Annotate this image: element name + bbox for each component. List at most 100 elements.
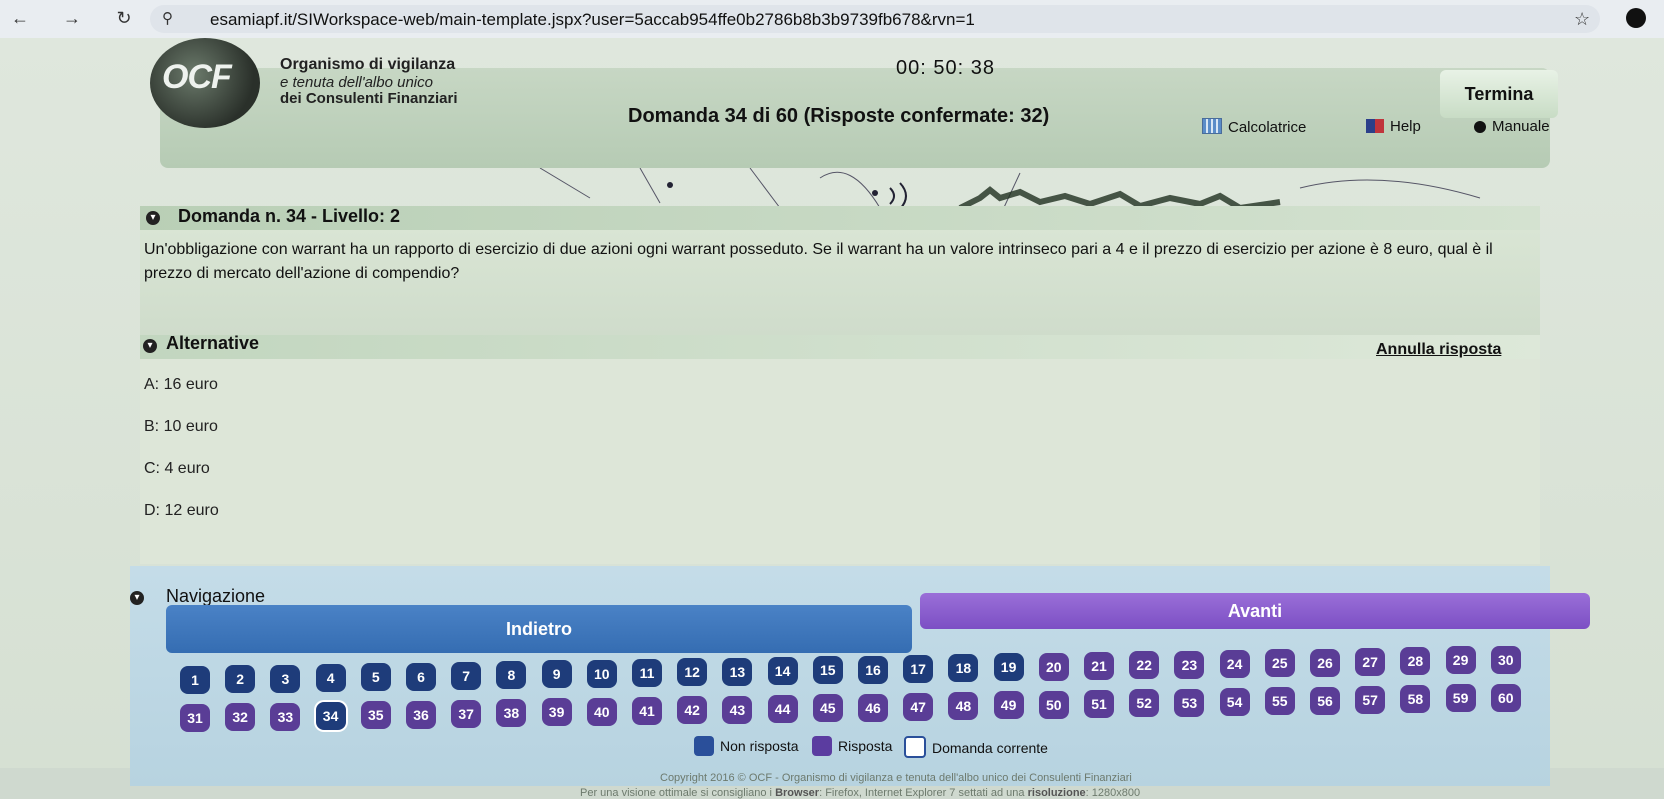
note-prefix: Per una visione ottimale si consigliano … — [580, 787, 772, 799]
legend-label: Domanda corrente — [932, 740, 1048, 756]
alternative-key: C: — [144, 460, 160, 477]
question-nav-button[interactable]: 5 — [360, 663, 391, 692]
collapse-icon[interactable]: ▾ — [146, 211, 160, 225]
bookmark-star-icon[interactable]: ☆ — [1574, 9, 1590, 30]
url-text[interactable]: esamiapf.it/SIWorkspace-web/main-templat… — [210, 10, 975, 30]
question-nav-button[interactable]: 57 — [1355, 685, 1386, 714]
resolution-note: Per una visione ottimale si consigliano … — [580, 787, 1140, 799]
alternative-key: A: — [144, 376, 160, 393]
question-nav-button[interactable]: 21 — [1084, 652, 1114, 680]
note-res-label: risoluzione — [1027, 787, 1086, 799]
annulla-risposta-link[interactable]: Annulla risposta — [1376, 341, 1501, 359]
question-nav-button[interactable]: 40 — [586, 697, 617, 726]
collapse-icon[interactable]: ▾ — [143, 339, 157, 353]
question-nav-button[interactable]: 36 — [406, 700, 436, 729]
manual-icon — [1474, 121, 1486, 133]
question-nav-button[interactable]: 2 — [225, 665, 256, 694]
question-nav-button[interactable]: 10 — [586, 659, 617, 688]
profile-avatar[interactable] — [1626, 8, 1646, 28]
org-name-line1: Organismo di vigilanza — [280, 56, 456, 73]
question-nav-button[interactable]: 26 — [1310, 648, 1340, 677]
alternative-c[interactable]: C: 4 euro — [144, 460, 210, 478]
termina-button[interactable]: Termina — [1440, 70, 1558, 118]
question-nav-button[interactable]: 34 — [315, 701, 346, 730]
question-nav-button[interactable]: 43 — [722, 695, 753, 724]
question-nav-button[interactable]: 52 — [1129, 689, 1160, 718]
question-nav-button[interactable]: 60 — [1490, 683, 1521, 712]
question-nav-button[interactable]: 56 — [1310, 686, 1340, 715]
calcolatrice-button[interactable]: Calcolatrice — [1202, 118, 1306, 136]
question-nav-button[interactable]: 35 — [360, 701, 391, 730]
question-nav-button[interactable]: 15 — [812, 656, 843, 685]
question-nav-button[interactable]: 27 — [1355, 647, 1386, 676]
alternative-a[interactable]: A: 16 euro — [144, 376, 218, 394]
question-nav-button[interactable]: 19 — [993, 653, 1024, 682]
question-nav-button[interactable]: 18 — [948, 654, 979, 683]
question-nav-button[interactable]: 9 — [541, 660, 572, 689]
reload-icon[interactable]: ↻ — [112, 6, 136, 30]
question-nav-button[interactable]: 33 — [270, 702, 301, 731]
alternative-key: D: — [144, 502, 160, 519]
alternatives-header-bar — [140, 335, 1540, 359]
question-nav-button[interactable]: 48 — [948, 692, 979, 721]
question-nav-button[interactable]: 45 — [812, 694, 843, 723]
question-nav-button[interactable]: 50 — [1038, 690, 1069, 719]
question-grid: 1 2 3 4 5 6 7 8 9 10 11 12 13 14 15 16 17 18 19 20 21 22 23 24 2… — [180, 638, 1580, 748]
question-nav-button[interactable]: 4 — [315, 663, 346, 692]
alternative-d[interactable]: D: 12 euro — [144, 502, 219, 520]
question-nav-button[interactable]: 49 — [993, 691, 1024, 720]
question-nav-button[interactable]: 54 — [1219, 687, 1250, 716]
help-icon — [1366, 119, 1384, 133]
swatch-risposta — [812, 736, 832, 756]
question-nav-button[interactable]: 25 — [1264, 649, 1295, 678]
question-nav-button[interactable]: 59 — [1445, 684, 1476, 713]
avanti-button[interactable]: Avanti — [920, 593, 1590, 629]
question-nav-button[interactable]: 6 — [406, 662, 436, 691]
question-nav-button[interactable]: 37 — [451, 699, 482, 728]
question-nav-button[interactable]: 44 — [767, 694, 798, 723]
question-nav-button[interactable]: 13 — [722, 657, 753, 686]
question-nav-button[interactable]: 16 — [858, 655, 888, 684]
question-nav-button[interactable]: 41 — [632, 697, 662, 725]
question-nav-button[interactable]: 47 — [903, 692, 934, 721]
alternatives-body — [140, 359, 1540, 564]
question-nav-button[interactable]: 30 — [1490, 645, 1521, 674]
question-nav-button[interactable]: 12 — [677, 658, 708, 687]
question-nav-button[interactable]: 20 — [1038, 652, 1069, 681]
question-nav-button[interactable]: 31 — [180, 704, 210, 732]
alternative-b[interactable]: B: 10 euro — [144, 418, 218, 436]
collapse-icon[interactable]: ▾ — [130, 591, 144, 605]
manuale-button[interactable]: Manuale — [1474, 118, 1550, 135]
question-nav-button[interactable]: 51 — [1084, 690, 1114, 718]
legend-non-risposta: Non risposta — [694, 736, 799, 756]
question-nav-button[interactable]: 55 — [1264, 687, 1295, 716]
question-nav-button[interactable]: 38 — [496, 699, 527, 728]
help-label: Help — [1390, 118, 1421, 135]
question-nav-button[interactable]: 8 — [496, 661, 527, 690]
question-nav-button[interactable]: 46 — [858, 693, 888, 722]
question-nav-button[interactable]: 7 — [451, 661, 482, 690]
legend-corrente: Domanda corrente — [904, 736, 1048, 758]
question-nav-button[interactable]: 14 — [767, 656, 798, 685]
question-nav-button[interactable]: 17 — [903, 654, 934, 683]
swatch-corrente — [904, 736, 926, 758]
copyright: Copyright 2016 © OCF - Organismo di vigi… — [660, 772, 1132, 784]
calcolatrice-label: Calcolatrice — [1228, 119, 1307, 136]
question-nav-button[interactable]: 32 — [225, 703, 256, 732]
help-button[interactable]: Help — [1366, 118, 1421, 135]
question-nav-button[interactable]: 11 — [632, 659, 662, 687]
question-nav-button[interactable]: 58 — [1400, 685, 1431, 714]
question-nav-button[interactable]: 29 — [1445, 646, 1476, 675]
question-nav-button[interactable]: 28 — [1400, 647, 1431, 676]
question-nav-button[interactable]: 39 — [541, 698, 572, 727]
forward-arrow-icon[interactable]: → — [60, 6, 84, 30]
question-nav-button[interactable]: 3 — [270, 664, 301, 693]
back-arrow-icon[interactable]: ← — [8, 6, 32, 30]
question-nav-button[interactable]: 1 — [180, 666, 210, 694]
question-nav-button[interactable]: 53 — [1174, 688, 1205, 717]
question-nav-button[interactable]: 24 — [1219, 649, 1250, 678]
question-nav-button[interactable]: 42 — [677, 696, 708, 725]
site-settings-icon[interactable]: ⚲ — [162, 9, 173, 27]
question-nav-button[interactable]: 22 — [1129, 651, 1160, 680]
question-nav-button[interactable]: 23 — [1174, 650, 1205, 679]
